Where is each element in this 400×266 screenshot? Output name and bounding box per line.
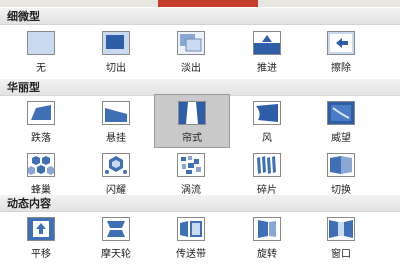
fall-over-transition-icon — [27, 101, 55, 125]
transition-label: 窗口 — [331, 249, 351, 260]
transition-drape[interactable]: 悬挂 — [80, 96, 152, 148]
fade-transition-icon — [177, 31, 205, 55]
push-transition-icon — [253, 31, 281, 55]
honeycomb-transition-icon — [27, 153, 55, 177]
transition-label: 擦除 — [331, 63, 351, 74]
transition-pan[interactable]: 平移 — [5, 212, 77, 264]
wind-transition-icon — [253, 101, 281, 125]
vortex-transition-icon — [177, 153, 205, 177]
transition-conveyor[interactable]: 传送带 — [155, 212, 227, 264]
transition-honeycomb[interactable]: 蜂巢 — [5, 148, 77, 200]
transition-label: 碎片 — [257, 185, 277, 196]
transition-prestige[interactable]: 威望 — [305, 96, 377, 148]
transition-label: 摩天轮 — [101, 249, 131, 260]
window-transition-icon — [327, 217, 355, 241]
pan-transition-icon — [27, 217, 55, 241]
transition-label: 闪耀 — [106, 185, 126, 196]
transition-vortex[interactable]: 涡流 — [155, 148, 227, 200]
transition-label: 蜂巢 — [31, 185, 51, 196]
rotate-transition-icon — [253, 217, 281, 241]
transition-curtains[interactable]: 帘式 — [154, 94, 230, 148]
transition-label: 无 — [36, 63, 46, 74]
row-subtle: 无 切出 淡出 推进 擦除 — [0, 26, 400, 78]
prestige-transition-icon — [327, 101, 355, 125]
transition-fall-over[interactable]: 跌落 — [5, 96, 77, 148]
ferris-wheel-transition-icon — [102, 217, 130, 241]
transition-glitter[interactable]: 闪耀 — [80, 148, 152, 200]
curtains-transition-icon — [178, 101, 206, 125]
transition-label: 风 — [262, 133, 272, 144]
transition-cut[interactable]: 切出 — [80, 26, 152, 78]
row-exciting-1: 跌落 悬挂 帘式 风 威望 — [0, 94, 400, 148]
transition-label: 跌落 — [31, 133, 51, 144]
transition-wipe[interactable]: 擦除 — [305, 26, 377, 78]
transition-window[interactable]: 窗口 — [305, 212, 377, 264]
none-transition-icon — [27, 31, 55, 55]
transition-rotate[interactable]: 旋转 — [231, 212, 303, 264]
top-bar — [0, 0, 400, 7]
active-tab-accent — [158, 0, 258, 7]
transition-label: 淡出 — [181, 63, 201, 74]
conveyor-transition-icon — [177, 217, 205, 241]
cut-transition-icon — [102, 31, 130, 55]
transition-label: 旋转 — [257, 249, 277, 260]
transition-wind[interactable]: 风 — [231, 96, 303, 148]
switch-transition-icon — [327, 153, 355, 177]
shred-transition-icon — [253, 153, 281, 177]
transition-label: 平移 — [31, 249, 51, 260]
transition-label: 切换 — [331, 185, 351, 196]
transition-label: 传送带 — [176, 249, 206, 260]
section-header-dynamic: 动态内容 — [0, 195, 400, 212]
transition-fade[interactable]: 淡出 — [155, 26, 227, 78]
transition-switch[interactable]: 切换 — [305, 148, 377, 200]
transition-label: 帘式 — [182, 133, 202, 144]
transition-label: 悬挂 — [106, 133, 126, 144]
row-exciting-2: 蜂巢 闪耀 涡流 碎片 切换 — [0, 148, 400, 200]
transition-none[interactable]: 无 — [5, 26, 77, 78]
wipe-transition-icon — [327, 31, 355, 55]
transition-push[interactable]: 推进 — [231, 26, 303, 78]
section-header-subtle: 细微型 — [0, 8, 400, 25]
transition-label: 切出 — [106, 63, 126, 74]
transition-label: 威望 — [331, 133, 351, 144]
transition-ferris-wheel[interactable]: 摩天轮 — [80, 212, 152, 264]
glitter-transition-icon — [102, 153, 130, 177]
row-dynamic: 平移 摩天轮 传送带 旋转 窗口 — [0, 212, 400, 264]
transition-label: 涡流 — [181, 185, 201, 196]
transition-shred[interactable]: 碎片 — [231, 148, 303, 200]
transition-label: 推进 — [257, 63, 277, 74]
drape-transition-icon — [102, 101, 130, 125]
